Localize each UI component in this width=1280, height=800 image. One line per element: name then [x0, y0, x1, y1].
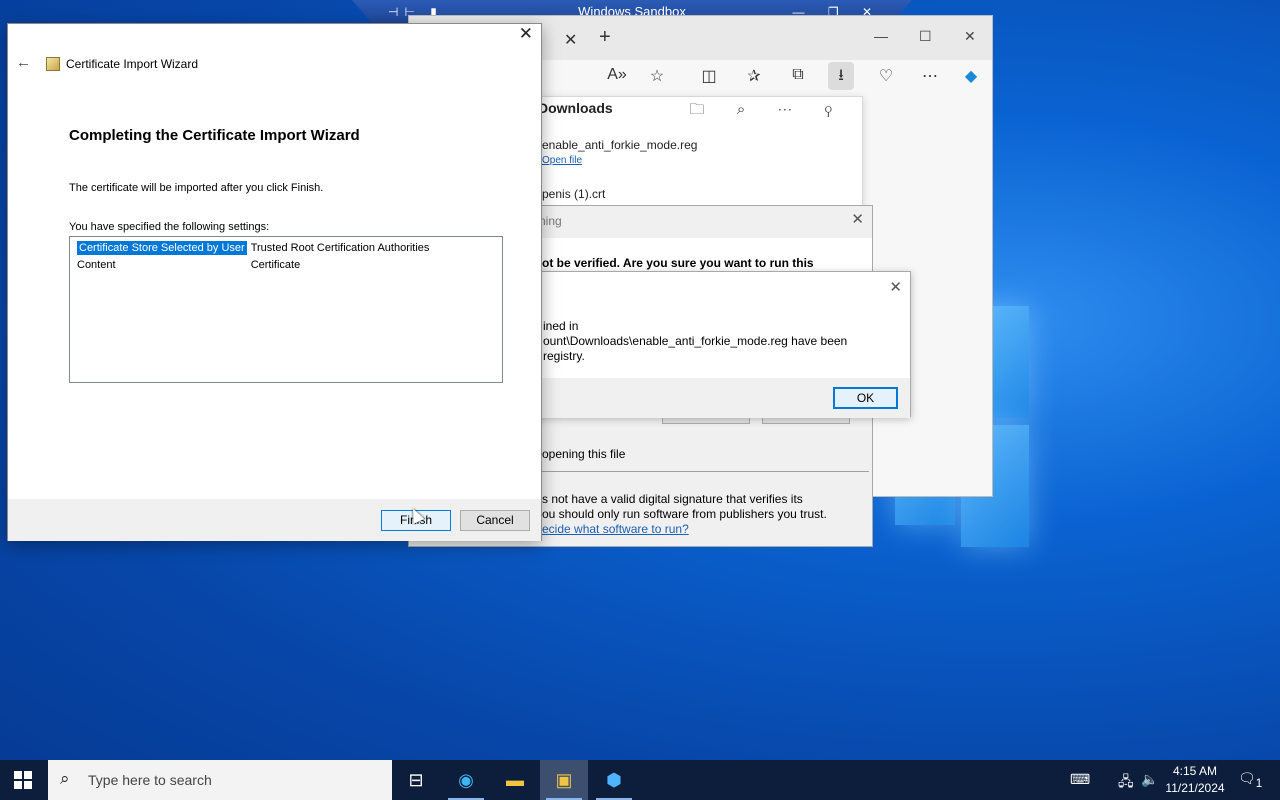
settings-row[interactable]: Content Certificate [75, 256, 431, 273]
downloads-icon[interactable]: ⭳ [828, 62, 854, 90]
favorites-icon[interactable]: ✰ [741, 66, 767, 86]
wizard-close-icon[interactable]: ✕ [519, 24, 533, 44]
close-icon[interactable]: ✕ [964, 28, 976, 45]
new-tab-icon[interactable]: + [599, 26, 611, 49]
warning-close-icon[interactable]: ✕ [851, 210, 864, 228]
collections-icon[interactable]: ⧉ [785, 66, 811, 84]
wizard-footer: Finish Cancel [8, 499, 541, 541]
maximize-icon[interactable]: ☐ [919, 28, 932, 45]
download-item-crt[interactable]: penis (1).crt [542, 187, 605, 201]
read-aloud-icon[interactable]: A» [604, 66, 630, 84]
downloads-title: Downloads [538, 100, 613, 116]
task-view-icon[interactable]: ⊟ [392, 760, 440, 800]
certificate-icon [46, 57, 60, 71]
split-screen-icon[interactable]: ◫ [696, 66, 722, 86]
taskbar-clock[interactable]: 4:15 AM 11/21/2024 [1160, 763, 1230, 797]
registry-message-line3: registry. [543, 349, 585, 363]
ok-button[interactable]: OK [833, 387, 898, 409]
warning-question: ot be verified. Are you sure you want to… [542, 256, 814, 270]
downloads-actions[interactable]: 🗀 ⌕ ⋯ ⚲ [690, 99, 846, 124]
warning-caution: opening this file [542, 447, 626, 461]
warning-body-line2: ou should only run software from publish… [542, 507, 827, 521]
settings-value: Trusted Root Certification Authorities [250, 241, 430, 254]
notification-icon[interactable]: 🗨1 [1238, 770, 1262, 790]
favorite-star-icon[interactable]: ☆ [644, 66, 670, 86]
settings-list[interactable]: Certificate Store Selected by User Trust… [69, 236, 503, 383]
warning-body-line1: s not have a valid digital signature tha… [542, 492, 803, 506]
warning-title: ning [539, 214, 562, 228]
registry-message-line1: ined in [543, 319, 579, 333]
warning-help-link[interactable]: ecide what software to run? [542, 522, 689, 536]
warning-divider [539, 471, 869, 472]
certificate-app-icon[interactable]: ▣ [540, 760, 588, 800]
registry-editor-icon[interactable]: ⬢ [590, 760, 638, 800]
registry-close-icon[interactable]: ✕ [889, 278, 902, 296]
minimize-icon[interactable]: — [874, 28, 888, 44]
registry-message: ined in ount\Downloads\enable_anti_forki… [543, 319, 847, 364]
download-item-reg[interactable]: enable_anti_forkie_mode.reg [542, 138, 697, 152]
notification-count: 1 [1255, 776, 1263, 790]
copilot-icon[interactable]: ◆ [958, 66, 984, 86]
cancel-button[interactable]: Cancel [460, 510, 530, 531]
tab-close-icon[interactable]: ✕ [564, 30, 577, 50]
settings-label: You have specified the following setting… [69, 221, 270, 233]
volume-icon[interactable]: 🔈 [1141, 771, 1158, 788]
back-arrow-icon[interactable]: ← [16, 54, 31, 71]
keyboard-icon[interactable]: ⌨ [1070, 771, 1090, 788]
registry-footer: OK [531, 378, 910, 418]
settings-value: Certificate [250, 258, 301, 271]
wizard-window-title: Certificate Import Wizard [66, 57, 199, 71]
edge-icon[interactable]: ◉ [442, 760, 490, 800]
file-explorer-icon[interactable]: ▬ [491, 760, 539, 800]
registry-message-line2: ount\Downloads\enable_anti_forkie_mode.r… [543, 334, 848, 348]
settings-row[interactable]: Certificate Store Selected by User Trust… [75, 239, 431, 256]
clock-time: 4:15 AM [1172, 764, 1218, 778]
search-icon: ⌕ [60, 769, 70, 788]
browser-essentials-icon[interactable]: ♡ [873, 66, 899, 86]
wizard-description: The certificate will be imported after y… [69, 182, 324, 194]
warning-body: s not have a valid digital signature tha… [542, 492, 827, 537]
certificate-import-wizard: ✕ ← Certificate Import Wizard Completing… [7, 23, 542, 541]
taskbar-search[interactable]: ⌕ Type here to search [48, 760, 392, 800]
wizard-heading: Completing the Certificate Import Wizard [69, 127, 360, 144]
more-options-icon[interactable]: ⋯ [917, 66, 943, 86]
open-file-link[interactable]: Open file [542, 155, 582, 166]
search-placeholder: Type here to search [88, 772, 212, 788]
settings-key: Certificate Store Selected by User [77, 240, 247, 255]
registry-editor-dialog: ✕ ined in ount\Downloads\enable_anti_for… [530, 271, 911, 418]
clock-date: 11/21/2024 [1165, 781, 1225, 795]
network-icon[interactable]: 🖧 [1118, 771, 1134, 795]
start-button[interactable] [14, 771, 32, 789]
settings-key: Content [77, 258, 116, 271]
taskbar: ⌕ Type here to search ⊟ ◉ ▬ ▣ ⬢ ⌨ 🖧 🔈 4:… [0, 760, 1280, 800]
